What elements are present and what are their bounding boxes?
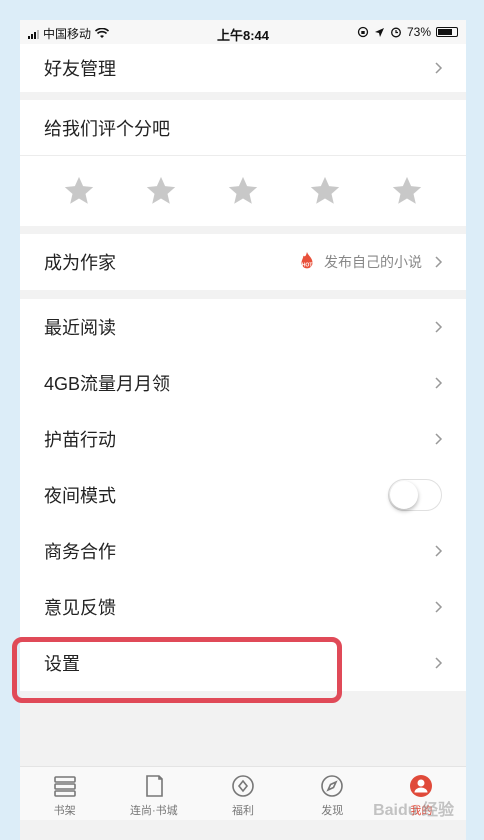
tab-bookshelf[interactable]: 书架 <box>20 767 109 820</box>
bookshelf-icon <box>53 776 76 797</box>
chevron-right-icon <box>435 433 443 445</box>
rating-title-row: 给我们评个分吧 <box>20 100 466 156</box>
alarm-icon <box>391 27 401 38</box>
become-writer-label: 成为作家 <box>44 253 116 273</box>
friends-label: 好友管理 <box>44 59 116 79</box>
chevron-right-icon <box>435 657 443 669</box>
recent-reading-row[interactable]: 最近阅读 <box>20 299 466 355</box>
publish-novel-label: 发布自己的小说 <box>324 254 422 270</box>
toggle-knob <box>390 481 418 509</box>
chevron-right-icon <box>435 377 443 389</box>
recent-reading-label: 最近阅读 <box>44 318 116 338</box>
data-4gb-row[interactable]: 4GB流量月月领 <box>20 355 466 411</box>
star-icon-3[interactable] <box>226 174 260 208</box>
business-label: 商务合作 <box>44 542 116 562</box>
business-row[interactable]: 商务合作 <box>20 523 466 579</box>
chevron-right-icon <box>435 256 443 268</box>
writer-group: 成为作家 HOT 发布自己的小说 <box>20 234 466 290</box>
star-icon-2[interactable] <box>144 174 178 208</box>
rating-title: 给我们评个分吧 <box>44 119 170 139</box>
night-mode-row: 夜间模式 <box>20 467 466 523</box>
rating-group: 给我们评个分吧 <box>20 100 466 226</box>
chevron-right-icon <box>435 601 443 613</box>
seedling-action-row[interactable]: 护苗行动 <box>20 411 466 467</box>
lock-rotation-icon <box>357 26 369 38</box>
location-icon <box>374 27 384 37</box>
night-mode-toggle[interactable] <box>388 479 442 511</box>
bookstore-icon <box>145 775 163 797</box>
watermark: Baidu 经验 <box>373 802 454 819</box>
battery-percent: 73% <box>406 25 431 39</box>
night-mode-label: 夜间模式 <box>44 486 116 506</box>
tab-bookshelf-label: 书架 <box>53 805 76 817</box>
tab-discover[interactable]: 发现 <box>288 767 377 820</box>
hot-fire-icon: HOT <box>301 251 314 269</box>
feedback-row[interactable]: 意见反馈 <box>20 579 466 635</box>
battery-icon <box>436 27 458 37</box>
star-icon-1[interactable] <box>62 174 96 208</box>
tab-welfare-label: 福利 <box>232 805 254 817</box>
status-bar: 中国移动 上午8:44 73% <box>20 20 466 44</box>
seedling-action-label: 护苗行动 <box>44 430 116 450</box>
chevron-right-icon <box>435 545 443 557</box>
compass-icon <box>321 775 344 797</box>
friends-row[interactable]: 好友管理 <box>20 44 466 92</box>
friends-group: 好友管理 <box>20 44 466 92</box>
tab-discover-label: 发现 <box>321 805 344 817</box>
welfare-icon <box>232 775 254 797</box>
phone-screen: 中国移动 上午8:44 73% 好友管理 给我们评个分吧 成为作家 HOT 发布… <box>20 20 466 840</box>
become-writer-row[interactable]: 成为作家 HOT 发布自己的小说 <box>20 234 466 290</box>
tab-welfare[interactable]: 福利 <box>198 767 287 820</box>
data-4gb-label: 4GB流量月月领 <box>44 374 171 394</box>
tab-bookstore[interactable]: 连尚·书城 <box>109 767 198 820</box>
star-icon-4[interactable] <box>308 174 342 208</box>
tab-bookstore-label: 连尚·书城 <box>129 805 178 817</box>
chevron-right-icon <box>435 321 443 333</box>
star-icon-5[interactable] <box>390 174 424 208</box>
hot-badge-text: HOT <box>302 263 314 269</box>
rating-stars <box>20 156 466 226</box>
feedback-label: 意见反馈 <box>44 598 116 618</box>
chevron-right-icon <box>435 62 443 74</box>
settings-highlight-box <box>12 637 342 703</box>
main-menu-group: 最近阅读 4GB流量月月领 护苗行动 夜间模式 商务合作 意见反馈 设置 <box>20 299 466 691</box>
